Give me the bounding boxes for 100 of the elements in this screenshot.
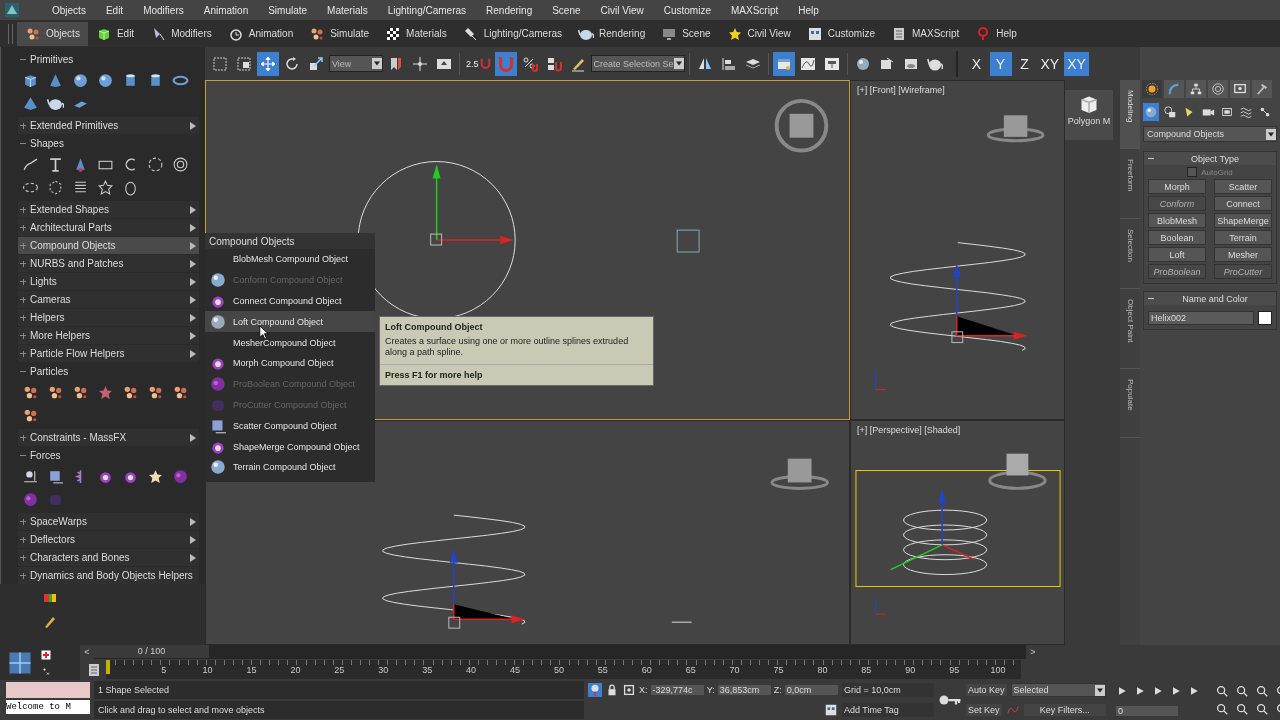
motion-tab[interactable]	[1208, 80, 1228, 98]
viewport-navigation-icon[interactable]	[1215, 702, 1229, 716]
category-header[interactable]: Dynamics and Body Objects Helpers	[18, 567, 199, 584]
time-slider-thumb[interactable]: 0 / 100	[94, 645, 209, 658]
reference-coordinate-dropdown[interactable]: View	[329, 55, 383, 72]
transform-mode-icon[interactable]	[622, 683, 636, 697]
object-type-button[interactable]: BlobMesh	[1148, 213, 1206, 228]
coordinate-field[interactable]: 0,0cm	[784, 685, 838, 695]
ribbon-tab[interactable]: Materials	[377, 21, 455, 46]
category-header[interactable]: Particle Flow Helpers	[18, 345, 199, 362]
pillar-icon[interactable]	[47, 156, 64, 173]
polygon-modeling-button[interactable]: Polygon M	[1065, 90, 1113, 140]
object-type-button[interactable]: Boolean	[1148, 230, 1206, 245]
modify-tab[interactable]	[1164, 80, 1184, 98]
ribbon-tab[interactable]: MAXScript	[883, 21, 968, 46]
ribbon-tab[interactable]: Edit	[87, 21, 143, 46]
next-frame-button[interactable]: >	[1026, 645, 1040, 659]
color-swatch[interactable]	[1258, 311, 1272, 325]
category-header[interactable]: Compound Objects	[18, 237, 199, 254]
current-frame-field[interactable]: 0	[1116, 705, 1178, 716]
menu-item[interactable]: Edit	[95, 4, 134, 16]
axis-constraint-button[interactable]: X	[965, 51, 988, 76]
viewport-layout-icon[interactable]	[8, 650, 32, 675]
isolate-icon[interactable]	[588, 683, 602, 697]
flyout-item[interactable]: ShapeMerge Compound Object	[205, 436, 375, 457]
ribbon-tab[interactable]: Rendering	[570, 21, 654, 46]
ribbon-tab[interactable]: Lighting/Cameras	[454, 21, 571, 46]
rollout-header[interactable]: Object Type	[1144, 152, 1276, 165]
object-type-button[interactable]: Loft	[1148, 247, 1206, 262]
flyout-item[interactable]: Loft Compound Object	[205, 311, 375, 333]
particles-icon[interactable]	[72, 384, 89, 401]
donut-icon[interactable]	[172, 156, 189, 173]
object-type-button[interactable]: Terrain	[1214, 230, 1272, 245]
menu-item[interactable]: Modifiers	[133, 4, 194, 16]
flyout-item[interactable]: BlobMesh Compound Object	[205, 249, 375, 270]
display-tab[interactable]	[1230, 80, 1250, 98]
star-icon[interactable]	[97, 384, 114, 401]
sphere-icon[interactable]	[97, 72, 114, 89]
ribbon-tab[interactable]: Customize	[798, 21, 883, 46]
ribbon-tab[interactable]: Simulate	[301, 21, 378, 46]
category-header[interactable]: SpaceWarps	[18, 513, 199, 530]
ribbon-tab[interactable]: Objects	[17, 21, 88, 46]
coordinate-field[interactable]: 36,853cm	[717, 685, 771, 695]
blob-icon[interactable]	[22, 491, 39, 508]
menu-item[interactable]: Objects	[42, 4, 96, 16]
line-icon[interactable]	[22, 156, 39, 173]
set-key-button[interactable]: Set Key	[966, 704, 1002, 716]
viewport-navigation-icon[interactable]	[1215, 684, 1229, 698]
category-header[interactable]: Deflectors	[18, 531, 199, 548]
particles-icon[interactable]	[172, 384, 189, 401]
menu-item[interactable]: MAXScript	[721, 4, 789, 16]
blob-icon[interactable]	[172, 468, 189, 485]
brush-icon[interactable]	[42, 614, 58, 630]
ribbon-tab[interactable]: Help	[967, 21, 1025, 46]
axis-constraint-button[interactable]: XY	[1064, 51, 1089, 76]
script-output-field[interactable]: Welcome to M	[6, 700, 90, 714]
ribbon-tab[interactable]: Scene	[653, 21, 719, 46]
circle-icon[interactable]	[147, 156, 164, 173]
object-type-button[interactable]: Connect	[1214, 196, 1272, 211]
menu-item[interactable]: Simulate	[258, 4, 318, 16]
script-input-field[interactable]	[6, 682, 90, 698]
category-header[interactable]: Helpers	[18, 309, 199, 326]
viewcube-icon[interactable]	[986, 115, 1045, 143]
viewport-navigation-icon[interactable]	[1235, 684, 1249, 698]
menu-item[interactable]: Animation	[193, 4, 259, 16]
wind-icon[interactable]	[47, 468, 64, 485]
coordinate-field[interactable]: -329,774c	[650, 685, 704, 695]
gravity-icon[interactable]	[22, 468, 39, 485]
ribbon-tab[interactable]: Animation	[219, 21, 302, 46]
viewport-navigation-icon[interactable]	[1235, 702, 1249, 716]
flyout-item[interactable]: Scatter Compound Object	[205, 415, 375, 437]
sun-tab[interactable]	[1142, 80, 1162, 98]
viewcube-icon[interactable]	[774, 98, 829, 153]
axis-constraint-button[interactable]: Z	[1013, 51, 1036, 76]
ribbon-tab[interactable]: Civil View	[718, 21, 799, 46]
flyout-item[interactable]: Connect Compound Object	[205, 290, 375, 312]
hammer-tab[interactable]	[1252, 80, 1272, 98]
object-type-button[interactable]: ShapeMerge	[1214, 213, 1272, 228]
key-filters-button[interactable]: Key Filters...	[1023, 704, 1106, 716]
menu-item[interactable]: Customize	[653, 4, 721, 16]
timeline-ruler[interactable]: 5 10 15 20 25 30 35 40 45 50 55 60 65 70 75 80 85 90 95 100	[106, 660, 1021, 679]
viewport[interactable]: [+] [Perspective] [Shaded]	[850, 420, 1065, 645]
menu-item[interactable]: Civil View	[590, 4, 654, 16]
axis-constraint-button[interactable]: Y	[989, 51, 1012, 76]
star-icon[interactable]	[147, 468, 164, 485]
menu-item[interactable]: Help	[788, 4, 829, 16]
flyout-item[interactable]: Terrain Compound Object	[205, 456, 375, 478]
menu-item[interactable]: Scene	[542, 4, 591, 16]
rollout-header[interactable]: Name and Color	[1144, 292, 1276, 305]
flyout-item[interactable]: MesherCompound Object	[205, 332, 375, 353]
particles-icon[interactable]	[122, 384, 139, 401]
viewport-label[interactable]: [+] [Front] [Wireframe]	[857, 85, 945, 95]
category-header[interactable]: Extended Shapes	[18, 201, 199, 218]
window-icon[interactable]	[824, 703, 838, 717]
egg-icon[interactable]	[122, 179, 139, 196]
geometry-button[interactable]	[1143, 103, 1159, 121]
star-icon[interactable]	[97, 179, 114, 196]
hierarchy-tab[interactable]	[1186, 80, 1206, 98]
scroll-icon[interactable]	[86, 661, 102, 678]
category-header[interactable]: Characters and Bones	[18, 549, 199, 566]
